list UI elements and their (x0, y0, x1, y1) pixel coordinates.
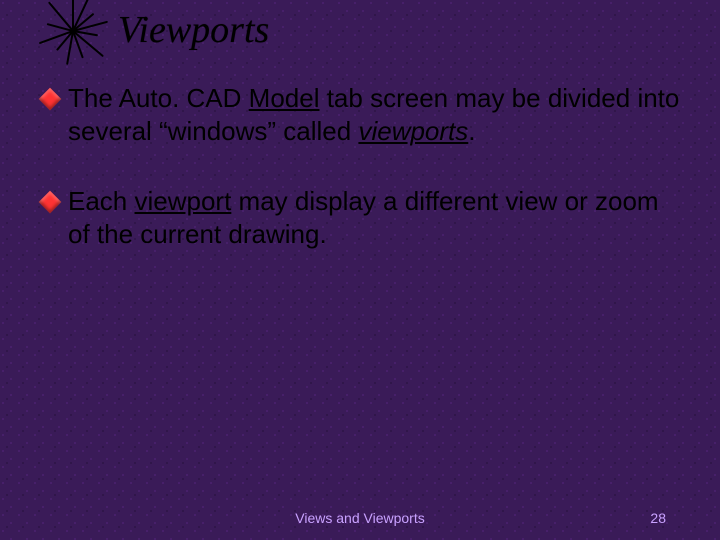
footer-title: Views and Viewports (0, 510, 720, 526)
bullet-text-post: . (468, 116, 475, 146)
slide-title: Viewports (118, 8, 269, 52)
bullet-text-italic-underline: viewports (358, 116, 468, 146)
bullet-item: The Auto. CAD Model tab screen may be di… (42, 82, 682, 149)
starburst-icon (38, 4, 108, 58)
diamond-bullet-icon (39, 190, 62, 213)
bullet-text-underline: viewport (135, 186, 232, 216)
slide-body: The Auto. CAD Model tab screen may be di… (42, 82, 682, 287)
slide: Viewports The Auto. CAD Model tab screen… (0, 0, 720, 540)
diamond-bullet-icon (39, 88, 62, 111)
bullet-item: Each viewport may display a different vi… (42, 185, 682, 252)
bullet-text-pre: The Auto. CAD (68, 83, 249, 113)
bullet-text-pre: Each (68, 186, 135, 216)
page-number: 28 (650, 510, 666, 526)
bullet-text-underline: Model (249, 83, 320, 113)
